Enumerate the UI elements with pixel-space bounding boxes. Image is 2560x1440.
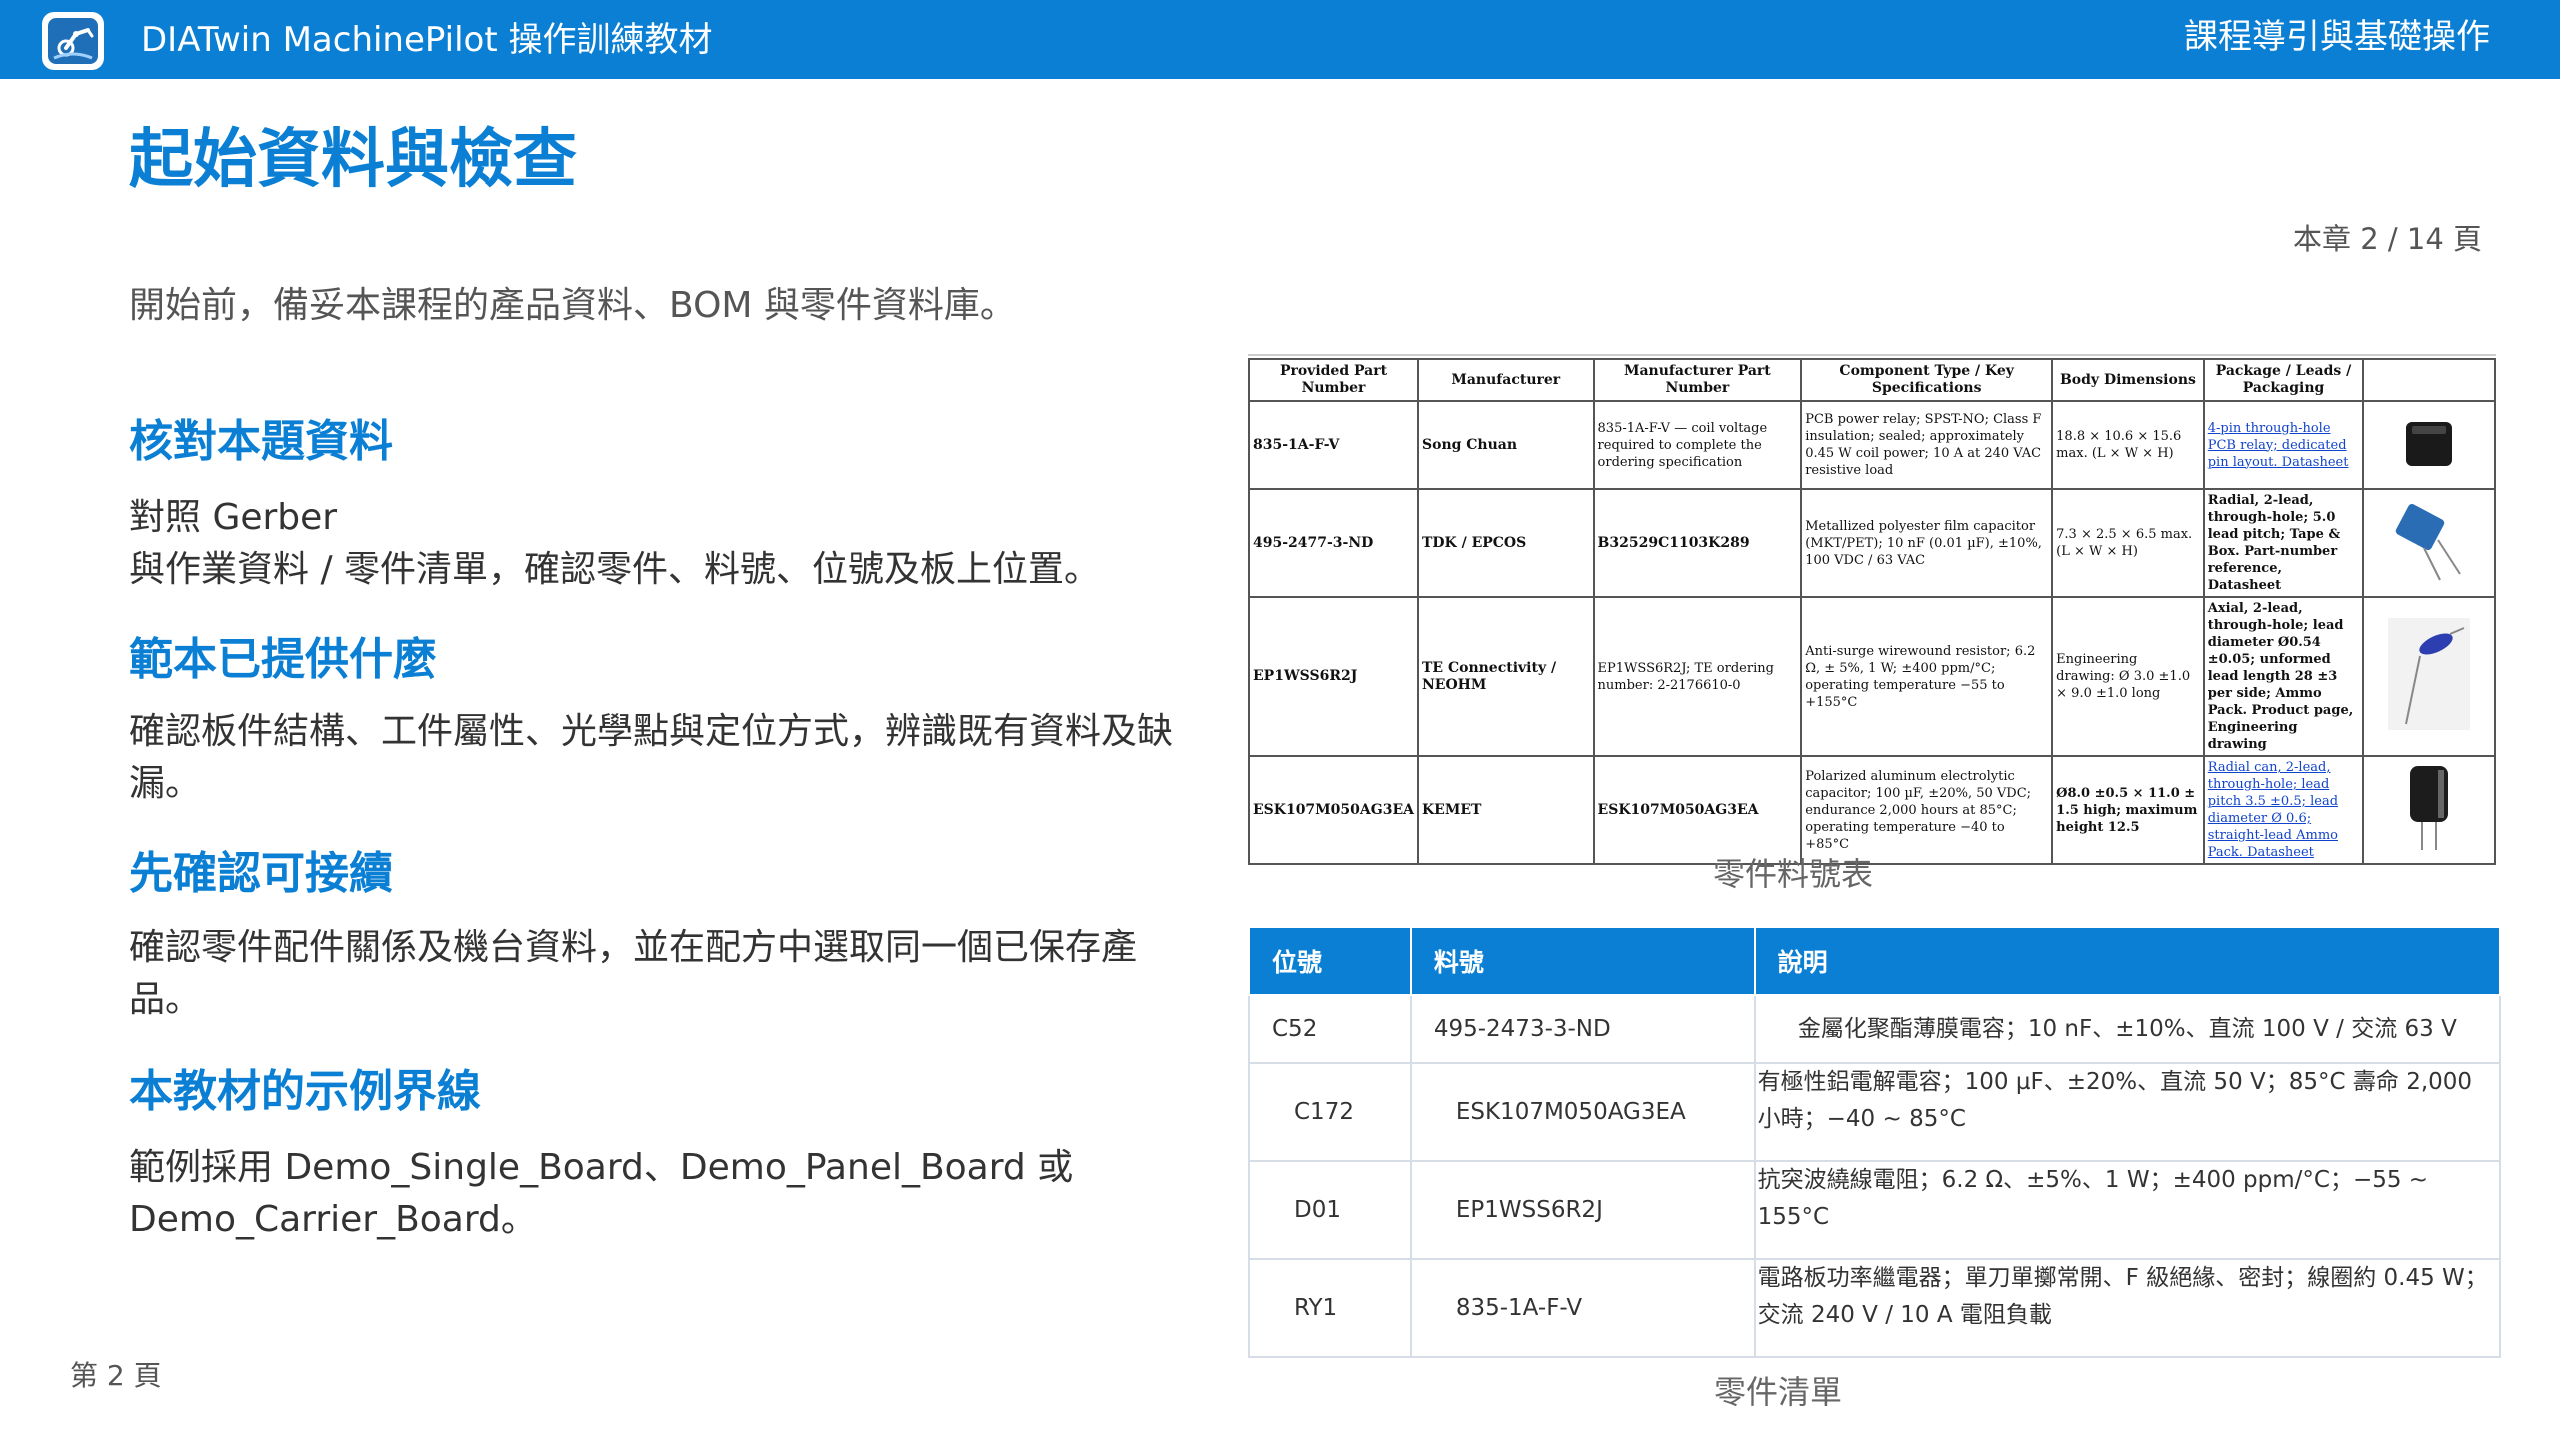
chapter-page-indicator: 本章 2 / 14 頁 bbox=[2293, 222, 2482, 256]
cell-part: 495-2473-3-ND bbox=[1409, 994, 1756, 1064]
datasheet-cell: ESK107M050AG3EA bbox=[1248, 755, 1419, 865]
cell-part: ESK107M050AG3EA bbox=[1409, 1062, 1756, 1162]
datasheet-cell: EP1WSS6R2J bbox=[1248, 596, 1419, 757]
datasheet-cell: 835-1A-F-V bbox=[1248, 400, 1419, 490]
datasheet-header-row: Provided Part Number Manufacturer Manufa… bbox=[1248, 358, 2496, 402]
datasheet-row: 495-2477-3-ND TDK / EPCOS B32529C1103K28… bbox=[1248, 488, 2496, 598]
datasheet-cell: KEMET bbox=[1417, 755, 1595, 865]
table-row: D01 EP1WSS6R2J 抗突波繞線電阻；6.2 Ω、±5%、1 W；±40… bbox=[1248, 1160, 2502, 1260]
electrolytic-capacitor-icon bbox=[2362, 755, 2496, 865]
cell-ref: C172 bbox=[1248, 1062, 1412, 1162]
datasheet-row: EP1WSS6R2J TE Connectivity / NEOHM EP1WS… bbox=[1248, 596, 2496, 757]
datasheet-cell: Axial, 2-lead, through-hole; lead diamet… bbox=[2202, 596, 2365, 757]
page-title: 起始資料與檢查 bbox=[129, 123, 577, 197]
datasheet-cell: Polarized aluminum electrolytic capacito… bbox=[1800, 755, 2054, 865]
cell-desc: 金屬化聚酯薄膜電容；10 nF、±10%、直流 100 V / 交流 63 V bbox=[1753, 994, 2502, 1064]
datasheet-cell: 495-2477-3-ND bbox=[1248, 488, 1419, 598]
sheet-column-ruler bbox=[1248, 348, 2496, 356]
datasheet-cell: Anti-surge wirewound resistor; 6.2 Ω, ± … bbox=[1800, 596, 2054, 757]
datasheet-cell: PCB power relay; SPST-NO; Class F insula… bbox=[1800, 400, 2054, 490]
column-header-desc: 說明 bbox=[1753, 926, 2502, 996]
column-header-ref: 位號 bbox=[1248, 926, 1412, 996]
datasheet-table: Provided Part Number Manufacturer Manufa… bbox=[1248, 358, 2496, 865]
datasheet-cell: Engineering drawing: Ø 3.0 ±1.0 × 9.0 ±1… bbox=[2051, 596, 2205, 757]
section-label: 課程導引與基礎操作 bbox=[2184, 17, 2490, 57]
datasheet-cell: Radial, 2-lead, through-hole; 5.0 lead p… bbox=[2202, 488, 2365, 598]
section-body-example-scope: 範例採用 Demo_Single_Board、Demo_Panel_Board … bbox=[129, 1147, 1074, 1240]
datasheet-header-blank bbox=[2362, 358, 2496, 402]
film-capacitor-icon bbox=[2362, 488, 2496, 598]
robot-arm-icon bbox=[42, 12, 104, 70]
datasheet-cell: 835-1A-F-V — coil voltage required to co… bbox=[1592, 400, 1803, 490]
parts-list-table: 位號 料號 說明 C52 495-2473-3-ND 金屬化聚酯薄膜電容；10 … bbox=[1248, 926, 2502, 1358]
table-row: C172 ESK107M050AG3EA 有極性鋁電解電容；100 µF、±20… bbox=[1248, 1062, 2502, 1162]
section-body-line: 與作業資料 / 零件清單，確認零件、料號、位號及板上位置。 bbox=[129, 549, 1101, 590]
datasheet-header: Component Type / Key Specifications bbox=[1800, 358, 2054, 402]
cell-desc: 抗突波繞線電阻；6.2 Ω、±5%、1 W；±400 ppm/°C；−55 ~ … bbox=[1753, 1160, 2502, 1260]
section-heading-example-scope: 本教材的示例界線 bbox=[129, 1066, 481, 1117]
datasheet-header: Manufacturer bbox=[1417, 358, 1595, 402]
section-body-verify-data: 對照 Gerber 與作業資料 / 零件清單，確認零件、料號、位號及板上位置。 bbox=[129, 492, 1189, 596]
section-heading-confirm-continue: 先確認可接續 bbox=[129, 848, 393, 899]
datasheet-cell: ESK107M050AG3EA bbox=[1592, 755, 1803, 865]
datasheet-cell: B32529C1103K289 bbox=[1592, 488, 1803, 598]
datasheet-caption: 零件料號表 bbox=[1712, 855, 1873, 893]
datasheet-cell: 18.8 × 10.6 × 15.6 max. (L × W × H) bbox=[2051, 400, 2205, 490]
section-heading-template-provides: 範本已提供什麼 bbox=[129, 634, 437, 685]
page-number: 第 2 頁 bbox=[70, 1359, 162, 1392]
table-row: C52 495-2473-3-ND 金屬化聚酯薄膜電容；10 nF、±10%、直… bbox=[1248, 994, 2502, 1064]
datasheet-cell: TDK / EPCOS bbox=[1417, 488, 1595, 598]
cell-part: 835-1A-F-V bbox=[1409, 1258, 1756, 1358]
datasheet-cell: 7.3 × 2.5 × 6.5 max. (L × W × H) bbox=[2051, 488, 2205, 598]
datasheet-header: Body Dimensions bbox=[2051, 358, 2205, 402]
datasheet-cell: TE Connectivity / NEOHM bbox=[1417, 596, 1595, 757]
datasheet-header: Provided Part Number bbox=[1248, 358, 1419, 402]
intro-text: 開始前，備妥本課程的產品資料、BOM 與零件資料庫。 bbox=[129, 285, 1016, 326]
datasheet-cell: Ø8.0 ±0.5 × 11.0 ± 1.5 high; maximum hei… bbox=[2051, 755, 2205, 865]
cell-desc: 有極性鋁電解電容；100 µF、±20%、直流 50 V；85°C 壽命 2,0… bbox=[1753, 1062, 2502, 1162]
cell-ref: C52 bbox=[1248, 994, 1412, 1064]
resistor-icon bbox=[2362, 596, 2496, 757]
section-body-template-provides: 確認板件結構、工件屬性、光學點與定位方式，辨識既有資料及缺漏。 bbox=[129, 711, 1174, 804]
top-bar: DIATwin MachinePilot 操作訓練教材 課程導引與基礎操作 bbox=[0, 0, 2560, 79]
parts-list-caption: 零件清單 bbox=[1713, 1373, 1842, 1411]
section-body-line: 對照 Gerber bbox=[129, 497, 338, 538]
cell-ref: RY1 bbox=[1248, 1258, 1412, 1358]
datasheet-row: 835-1A-F-V Song Chuan 835-1A-F-V — coil … bbox=[1248, 400, 2496, 490]
datasheet-header: Manufacturer Part Number bbox=[1592, 358, 1803, 402]
cell-ref: D01 bbox=[1248, 1160, 1412, 1260]
datasheet-row: ESK107M050AG3EA KEMET ESK107M050AG3EA Po… bbox=[1248, 755, 2496, 865]
parts-list-header-row: 位號 料號 說明 bbox=[1248, 926, 2502, 996]
section-body-confirm-continue: 確認零件配件關係及機台資料，並在配方中選取同一個已保存產品。 bbox=[129, 927, 1138, 1020]
parts-datasheet-image: Provided Part Number Manufacturer Manufa… bbox=[1248, 348, 2496, 865]
datasheet-cell: EP1WSS6R2J; TE ordering number: 2-217661… bbox=[1592, 596, 1803, 757]
relay-icon bbox=[2362, 400, 2496, 490]
cell-desc: 電路板功率繼電器；單刀單擲常開、F 級絕緣、密封；線圈約 0.45 W；交流 2… bbox=[1753, 1258, 2502, 1358]
datasheet-header: Package / Leads / Packaging bbox=[2202, 358, 2365, 402]
datasheet-cell: 4-pin through-hole PCB relay; dedicated … bbox=[2202, 400, 2365, 490]
cell-part: EP1WSS6R2J bbox=[1409, 1160, 1756, 1260]
section-heading-verify-data: 核對本題資料 bbox=[129, 416, 393, 467]
datasheet-cell: Radial can, 2-lead, through-hole; lead p… bbox=[2202, 755, 2365, 865]
datasheet-cell: Song Chuan bbox=[1417, 400, 1595, 490]
table-row: RY1 835-1A-F-V 電路板功率繼電器；單刀單擲常開、F 級絕緣、密封；… bbox=[1248, 1258, 2502, 1358]
column-header-part: 料號 bbox=[1409, 926, 1756, 996]
datasheet-cell: Metallized polyester film capacitor (MKT… bbox=[1800, 488, 2054, 598]
app-title: DIATwin MachinePilot 操作訓練教材 bbox=[141, 20, 713, 60]
